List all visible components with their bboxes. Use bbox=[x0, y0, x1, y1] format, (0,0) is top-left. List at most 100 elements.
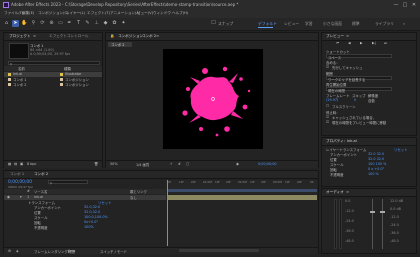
lock-icon[interactable]: 🔒 bbox=[110, 34, 114, 38]
tl-prop-anchor-value[interactable]: 32.0,32.0 bbox=[84, 205, 100, 209]
workspace-standard[interactable]: 標準 bbox=[352, 21, 360, 27]
close-button[interactable]: ✕ bbox=[410, 1, 418, 9]
tab-properties[interactable]: プロパティ： bbox=[326, 139, 347, 144]
toggle-switches-modes[interactable]: スイッチ / モード bbox=[100, 249, 127, 254]
tab-preview[interactable]: プレビュー bbox=[326, 34, 344, 39]
prop-rotation-value[interactable]: 0 x +0.0° bbox=[368, 167, 384, 171]
transform-reset-button[interactable]: リセット bbox=[394, 147, 408, 152]
rectangle-tool-icon[interactable]: ▭ bbox=[57, 20, 64, 27]
visibility-eye-icon[interactable]: ◉ bbox=[7, 195, 10, 199]
composition-flowchart-icon[interactable]: ⚙ bbox=[8, 249, 11, 253]
tl-prop-rotation-value[interactable]: 0x+0.0° bbox=[84, 220, 98, 224]
play-from-select[interactable]: 現在の時間 bbox=[326, 87, 392, 93]
zoom-slider[interactable] bbox=[179, 249, 259, 252]
prop-anchor-value[interactable]: 32.0 32.0 bbox=[368, 152, 384, 156]
project-tab-menu-icon[interactable]: ≡ bbox=[33, 34, 36, 38]
col-name[interactable]: 名前 bbox=[18, 66, 25, 71]
tab-comp-2[interactable]: コンポ 2 bbox=[34, 172, 48, 177]
project-item-row[interactable]: コンポ 2 コンポジション bbox=[4, 82, 102, 87]
workspace-small-screen[interactable]: 小さな画面 bbox=[323, 21, 342, 27]
menu-help[interactable]: ヘルプ(H) bbox=[172, 11, 188, 16]
workspace-libraries[interactable]: ライブラリ bbox=[375, 21, 394, 27]
col-source-name[interactable]: ソース名 bbox=[34, 189, 47, 194]
zoom-select[interactable]: 50% bbox=[110, 162, 118, 166]
menu-edit[interactable]: 編集(E) bbox=[22, 11, 34, 16]
breadcrumb[interactable]: コンポ 2 bbox=[108, 42, 132, 47]
menu-file[interactable]: ファイル(F) bbox=[4, 11, 23, 16]
col-parent[interactable]: 親とリンク bbox=[130, 189, 147, 194]
composition-canvas[interactable] bbox=[163, 49, 263, 149]
prop-opacity-value[interactable]: 100 % bbox=[368, 172, 379, 176]
work-area-bar[interactable] bbox=[167, 189, 317, 192]
orbit-tool-icon[interactable]: ⟳ bbox=[39, 20, 46, 27]
menu-window[interactable]: ウィンドウ bbox=[153, 11, 171, 16]
tab-effect-controls[interactable]: エフェクトコントロール bbox=[49, 34, 89, 39]
col-number[interactable]: # bbox=[27, 189, 30, 193]
tl-prop-position-value[interactable]: 32.0,32.0 bbox=[84, 210, 100, 214]
next-frame-icon[interactable]: ▶| bbox=[372, 41, 376, 45]
home-icon[interactable]: ⌂ bbox=[3, 20, 10, 27]
brush-tool-icon[interactable]: ✎ bbox=[84, 20, 91, 27]
menu-animation[interactable]: アニメーション(A) bbox=[110, 11, 140, 16]
frame-rate-value[interactable]: (29.97) bbox=[326, 98, 338, 102]
camera-icon[interactable]: ◉ bbox=[236, 162, 239, 166]
shortcut-select[interactable]: スペース bbox=[326, 54, 392, 60]
selection-tool-icon[interactable]: ➤ bbox=[12, 20, 19, 27]
label-color-swatch[interactable] bbox=[60, 83, 63, 86]
interpret-footage-icon[interactable]: ▦ bbox=[8, 162, 11, 166]
delete-icon[interactable]: 🗑 bbox=[94, 162, 98, 166]
pen-tool-icon[interactable]: ✒ bbox=[66, 20, 73, 27]
prop-scale-value[interactable]: 100 100 % bbox=[368, 162, 386, 166]
fast-preview-icon[interactable]: ⚡ bbox=[170, 162, 172, 166]
fullscreen-checkbox[interactable]: ☐ bbox=[326, 104, 329, 108]
pan-behind-tool-icon[interactable]: ⊕ bbox=[48, 20, 55, 27]
workspace-review[interactable]: レビュー bbox=[284, 21, 299, 27]
workspace-overflow-icon[interactable]: » bbox=[403, 21, 405, 26]
first-frame-icon[interactable]: ⏮ bbox=[336, 41, 339, 45]
label-color-swatch[interactable] bbox=[60, 78, 63, 81]
col-type[interactable]: 種類 bbox=[64, 66, 71, 71]
layer-duration-bar[interactable] bbox=[167, 195, 317, 200]
last-frame-icon[interactable]: ⏭ bbox=[384, 41, 387, 45]
play-icon[interactable]: ▶ bbox=[360, 41, 363, 45]
draft-3d-icon[interactable]: ◈ bbox=[16, 249, 19, 253]
media-cache-checkbox[interactable]: ☑ bbox=[326, 65, 329, 69]
tab-composition-name[interactable]: コンポ 2 bbox=[142, 34, 156, 39]
comp-tab-menu-icon[interactable]: ≡ bbox=[156, 34, 159, 38]
preview-tab-menu-icon[interactable]: ≡ bbox=[346, 34, 349, 38]
eraser-tool-icon[interactable]: ◆ bbox=[102, 20, 109, 27]
level-slider-track[interactable] bbox=[382, 199, 383, 249]
tab-comp-1[interactable]: コンポ 1 bbox=[10, 172, 24, 177]
menu-layer[interactable]: レイヤー(L) bbox=[66, 11, 85, 16]
type-tool-icon[interactable]: T bbox=[75, 20, 82, 27]
expand-caret-icon[interactable]: ▾ bbox=[20, 195, 22, 199]
move-time-checkbox[interactable]: ☑ bbox=[326, 120, 329, 124]
menu-effect[interactable]: エフェクト(T) bbox=[87, 11, 110, 16]
prop-position-value[interactable]: 32.0 32.0 bbox=[368, 157, 384, 161]
hand-tool-icon[interactable]: ✋ bbox=[21, 20, 28, 27]
range-select[interactable]: ワークエリアを延長する bbox=[326, 76, 392, 82]
level-slider-track[interactable] bbox=[372, 199, 373, 249]
new-folder-icon[interactable]: ▤ bbox=[14, 162, 17, 166]
time-ruler[interactable]: 0f 10f 20f 01:00f 10f 20f 02:00f 10f 20f… bbox=[167, 180, 317, 194]
roto-brush-icon[interactable]: ✿ bbox=[111, 20, 118, 27]
new-comp-icon[interactable]: ▣ bbox=[20, 162, 23, 166]
resolution-select[interactable]: 1/4 画質 bbox=[136, 162, 149, 167]
resolution-value[interactable]: 自動 bbox=[368, 98, 375, 103]
grid-icon[interactable]: # bbox=[178, 162, 181, 166]
comp-timecode[interactable]: 0;00;00;00 bbox=[258, 162, 277, 166]
skip-value[interactable]: 0 bbox=[354, 98, 356, 102]
tab-project[interactable]: プロジェクト bbox=[9, 34, 31, 39]
mask-icon[interactable]: ▢ bbox=[186, 162, 189, 166]
label-color-swatch[interactable] bbox=[60, 73, 63, 76]
audio-tab-menu-icon[interactable]: ≡ bbox=[346, 190, 349, 194]
tl-prop-opacity-value[interactable]: 100% bbox=[84, 225, 94, 229]
bit-depth-label[interactable]: 8 bpc bbox=[27, 162, 36, 166]
workspace-learn[interactable]: 学習 bbox=[305, 21, 313, 27]
puppet-tool-icon[interactable]: ✦ bbox=[120, 20, 127, 27]
level-slider-handle[interactable] bbox=[380, 211, 385, 213]
if-caching-checkbox[interactable]: ☑ bbox=[326, 115, 329, 119]
zoom-tool-icon[interactable]: ⚲ bbox=[30, 20, 37, 27]
tl-prop-scale-value[interactable]: 100.0,100.0% bbox=[84, 215, 108, 219]
clone-tool-icon[interactable]: ⊥ bbox=[93, 20, 100, 27]
